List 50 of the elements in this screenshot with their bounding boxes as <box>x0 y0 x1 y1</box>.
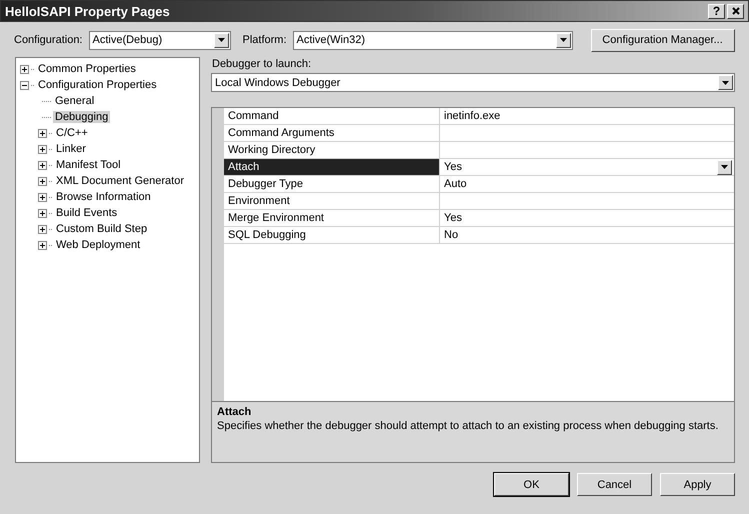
tree-item[interactable]: Browse Information <box>54 191 153 203</box>
property-name[interactable]: Command <box>224 108 440 125</box>
tree-item[interactable]: Debugging <box>53 111 110 123</box>
plus-box-icon[interactable] <box>38 144 47 154</box>
debugger-dropdown[interactable]: Local Windows Debugger <box>211 73 735 92</box>
property-name[interactable]: Command Arguments <box>224 125 440 142</box>
configuration-manager-button[interactable]: Configuration Manager... <box>590 28 735 52</box>
property-name[interactable]: Merge Environment <box>224 210 440 227</box>
close-button[interactable] <box>727 4 744 18</box>
description-title: Attach <box>217 406 252 418</box>
dialog-button[interactable]: Apply <box>660 473 735 496</box>
tree-item[interactable]: Manifest Tool <box>54 159 123 171</box>
tree-item[interactable]: Build Events <box>54 207 120 219</box>
window-title: HelloISAPI Property Pages <box>5 4 171 18</box>
property-value[interactable]: No <box>440 227 734 244</box>
property-name[interactable]: Attach <box>224 159 440 176</box>
tree-item[interactable]: Linker <box>54 143 88 155</box>
plus-box-icon[interactable] <box>38 128 47 138</box>
tree-item[interactable]: General <box>53 95 96 107</box>
property-name[interactable]: SQL Debugging <box>224 227 440 244</box>
tree-item[interactable]: XML Document Generator <box>54 175 186 187</box>
tree-item[interactable]: Web Deployment <box>54 239 142 251</box>
property-name[interactable]: Environment <box>224 193 440 210</box>
description-text: Specifies whether the debugger should attempt to attach to an existing process when debugging starts. <box>217 420 720 432</box>
property-value[interactable]: Auto <box>440 176 734 193</box>
property-value[interactable]: Yes <box>440 159 734 176</box>
plus-box-icon[interactable] <box>38 208 47 218</box>
plus-box-icon[interactable] <box>38 240 47 250</box>
dialog-button[interactable]: OK <box>494 473 569 496</box>
minus-box-icon[interactable] <box>20 80 29 90</box>
debugger-label: Debugger to launch: <box>212 58 312 70</box>
property-value[interactable]: Yes <box>440 210 734 227</box>
plus-box-icon[interactable] <box>38 224 47 234</box>
configuration-label: Configuration: <box>14 34 82 46</box>
configuration-dropdown[interactable]: Active(Debug) <box>88 30 230 50</box>
tree-item[interactable]: Common Properties <box>36 63 138 75</box>
tree-item[interactable]: Configuration Properties <box>36 79 159 91</box>
tree-item[interactable]: Custom Build Step <box>54 223 150 235</box>
plus-box-icon[interactable] <box>38 192 47 202</box>
plus-box-icon[interactable] <box>38 176 47 186</box>
tree-item[interactable]: C/C++ <box>54 127 90 139</box>
dialog-button[interactable]: Cancel <box>577 473 652 496</box>
plus-box-icon[interactable] <box>20 64 29 74</box>
plus-box-icon[interactable] <box>38 160 47 170</box>
property-value[interactable]: inetinfo.exe <box>440 108 734 125</box>
platform-label: Platform: <box>242 34 287 46</box>
property-name[interactable]: Debugger Type <box>224 176 440 193</box>
help-button[interactable]: ? <box>708 4 725 18</box>
platform-dropdown[interactable]: Active(Win32) <box>292 30 573 50</box>
close-icon <box>732 7 740 15</box>
